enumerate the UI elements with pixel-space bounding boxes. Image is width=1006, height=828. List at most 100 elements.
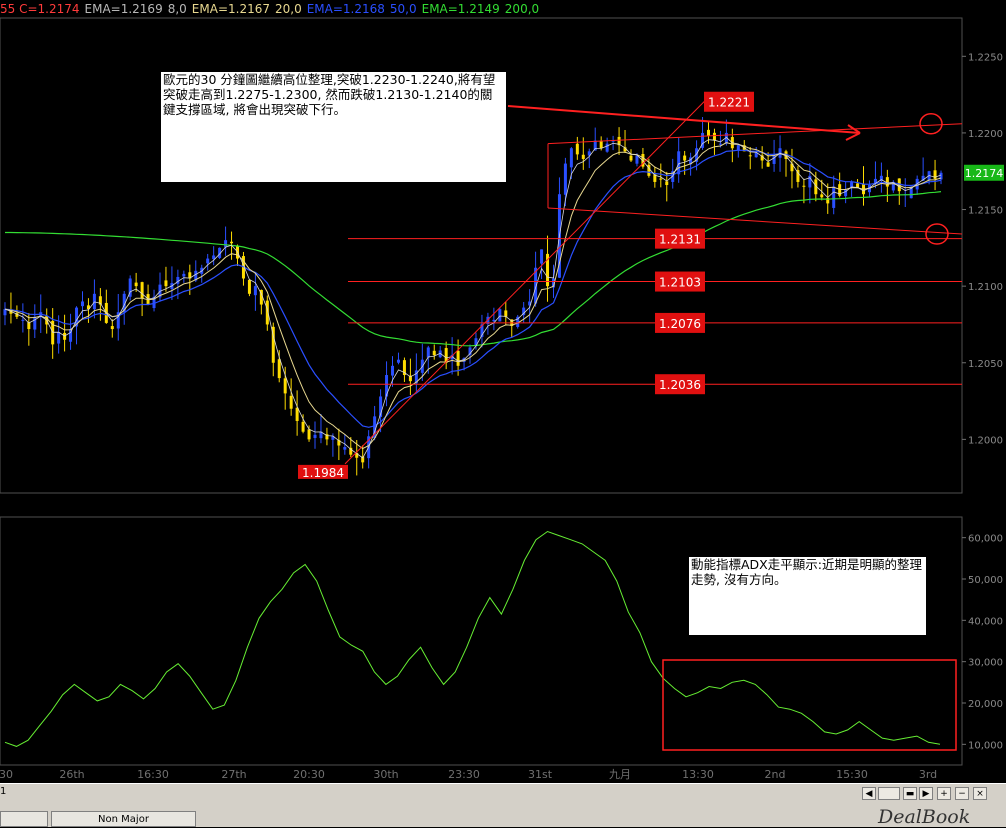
candle-body bbox=[426, 347, 430, 358]
candle-body bbox=[80, 301, 84, 307]
candle-body bbox=[140, 282, 144, 299]
candle-body bbox=[277, 359, 281, 379]
ema-20-line bbox=[4, 142, 942, 450]
time-tick-label: 31st bbox=[528, 768, 553, 781]
adx-tick-label: 50,000 bbox=[968, 575, 1003, 586]
support-level-label: 1.2036 bbox=[659, 378, 701, 392]
scroll-right-button[interactable]: ▶ bbox=[919, 787, 933, 800]
candle-body bbox=[92, 293, 96, 310]
candle-body bbox=[3, 309, 7, 316]
analysis-note: 歐元的30 分鐘圖繼續高位整理,突破1.2230-1.2240,將有望突破走高到… bbox=[161, 72, 506, 182]
time-tick-label: 26th bbox=[59, 768, 84, 781]
candle-body bbox=[575, 143, 579, 155]
candle-body bbox=[230, 241, 234, 244]
brand-logo: DealBook bbox=[878, 806, 971, 828]
candle-body bbox=[343, 447, 347, 450]
candle-body bbox=[110, 326, 114, 330]
candle-body bbox=[766, 162, 770, 167]
time-tick-label: 23:30 bbox=[448, 768, 480, 781]
adx-tick-label: 30,000 bbox=[968, 658, 1003, 669]
price-tick-label: 1.2200 bbox=[968, 129, 1003, 140]
candle-body bbox=[391, 365, 395, 376]
legend-item-5: EMA=1.2168 bbox=[306, 2, 385, 16]
time-tick-label: 30th bbox=[373, 768, 398, 781]
candle-body bbox=[57, 332, 61, 344]
time-tick-label: 九月 bbox=[609, 768, 631, 781]
time-tick-label: 20:30 bbox=[293, 768, 325, 781]
candle-body bbox=[164, 280, 168, 287]
ema-50-line bbox=[4, 149, 942, 428]
candle-body bbox=[289, 395, 293, 409]
candle-body bbox=[504, 310, 508, 317]
candle-body bbox=[492, 319, 496, 322]
channel-upper-line bbox=[547, 123, 963, 145]
candle-body bbox=[629, 155, 633, 161]
adx-note: 動能指標ADX走平顯示:近期是明顯的整理走勢, 沒有方向。 bbox=[689, 557, 926, 635]
support-level-label: 1.2103 bbox=[659, 276, 701, 290]
time-tick-label: 15:30 bbox=[836, 768, 868, 781]
indicator-legend: 55 C=1.2174 EMA=1.2169 8,0 EMA=1.2167 20,0 EM… bbox=[0, 0, 544, 18]
time-tick-label: 2nd bbox=[765, 768, 786, 781]
candle-body bbox=[432, 350, 436, 356]
candle-body bbox=[224, 240, 228, 248]
price-tick-label: 1.2250 bbox=[968, 52, 1003, 63]
candle-body bbox=[33, 316, 37, 330]
candle-body bbox=[247, 279, 251, 294]
candle-body bbox=[712, 132, 716, 141]
price-tick-label: 1.2050 bbox=[968, 359, 1003, 370]
pane-number: 1 bbox=[0, 786, 7, 797]
adx-tick-label: 10,000 bbox=[968, 740, 1003, 751]
adx-tick-label: 40,000 bbox=[968, 616, 1003, 627]
breakout-circle-upper bbox=[919, 112, 943, 135]
candle-body bbox=[456, 350, 460, 366]
candle-body bbox=[563, 163, 567, 195]
breakout-circle-lower bbox=[925, 223, 949, 245]
candle-body bbox=[21, 319, 25, 321]
candle-body bbox=[498, 309, 502, 322]
candle-body bbox=[677, 151, 681, 175]
zoom-in-icon[interactable]: + bbox=[937, 787, 951, 800]
candle-body bbox=[212, 255, 216, 260]
candle-body bbox=[718, 143, 722, 145]
close-icon[interactable]: × bbox=[973, 787, 987, 800]
time-tick-label: 30 bbox=[0, 768, 13, 781]
legend-item-0: 55 C=1.2174 bbox=[0, 2, 80, 16]
candle-body bbox=[665, 181, 669, 186]
minimize-icon[interactable]: ▬ bbox=[903, 787, 917, 800]
swing-high-label: 1.2221 bbox=[708, 96, 750, 110]
candle-body bbox=[659, 178, 663, 180]
candle-body bbox=[307, 429, 311, 440]
scroll-track[interactable] bbox=[878, 787, 900, 800]
candle-body bbox=[748, 155, 752, 157]
candle-body bbox=[253, 286, 257, 296]
candle-body bbox=[313, 434, 317, 438]
tab-non-major[interactable]: Non Major bbox=[51, 811, 196, 827]
target-arrow-line bbox=[507, 105, 861, 134]
legend-item-8: 200,0 bbox=[504, 2, 540, 16]
candle-body bbox=[295, 407, 299, 421]
legend-item-7: EMA=1.2149 bbox=[421, 2, 500, 16]
time-tick-label: 13:30 bbox=[682, 768, 714, 781]
time-tick-label: 27th bbox=[221, 768, 246, 781]
legend-item-6: 50,0 bbox=[389, 2, 417, 16]
zoom-out-icon[interactable]: − bbox=[955, 787, 969, 800]
support-level-label: 1.2131 bbox=[659, 233, 701, 247]
price-tick-label: 1.2100 bbox=[968, 282, 1003, 293]
adx-tick-label: 60,000 bbox=[968, 534, 1003, 545]
candle-body bbox=[885, 177, 889, 187]
price-tick-label: 1.2000 bbox=[968, 435, 1003, 446]
candle-body bbox=[635, 155, 639, 164]
support-level-label: 1.2076 bbox=[659, 317, 701, 331]
candle-body bbox=[683, 155, 687, 161]
tab-previous[interactable] bbox=[0, 811, 48, 827]
candle-body bbox=[820, 194, 824, 198]
bottom-toolbar: 1 ◀ ▬ ▶ + − × Non Major DealBook bbox=[0, 783, 1006, 828]
time-tick-label: 16:30 bbox=[137, 768, 169, 781]
candle-body bbox=[540, 249, 544, 264]
scroll-left-button[interactable]: ◀ bbox=[862, 787, 876, 800]
current-price-label: 1.2174 bbox=[965, 167, 1004, 180]
candle-body bbox=[581, 154, 585, 159]
candle-body bbox=[832, 186, 836, 208]
adx-panel-frame bbox=[0, 516, 963, 766]
candle-body bbox=[802, 185, 806, 187]
